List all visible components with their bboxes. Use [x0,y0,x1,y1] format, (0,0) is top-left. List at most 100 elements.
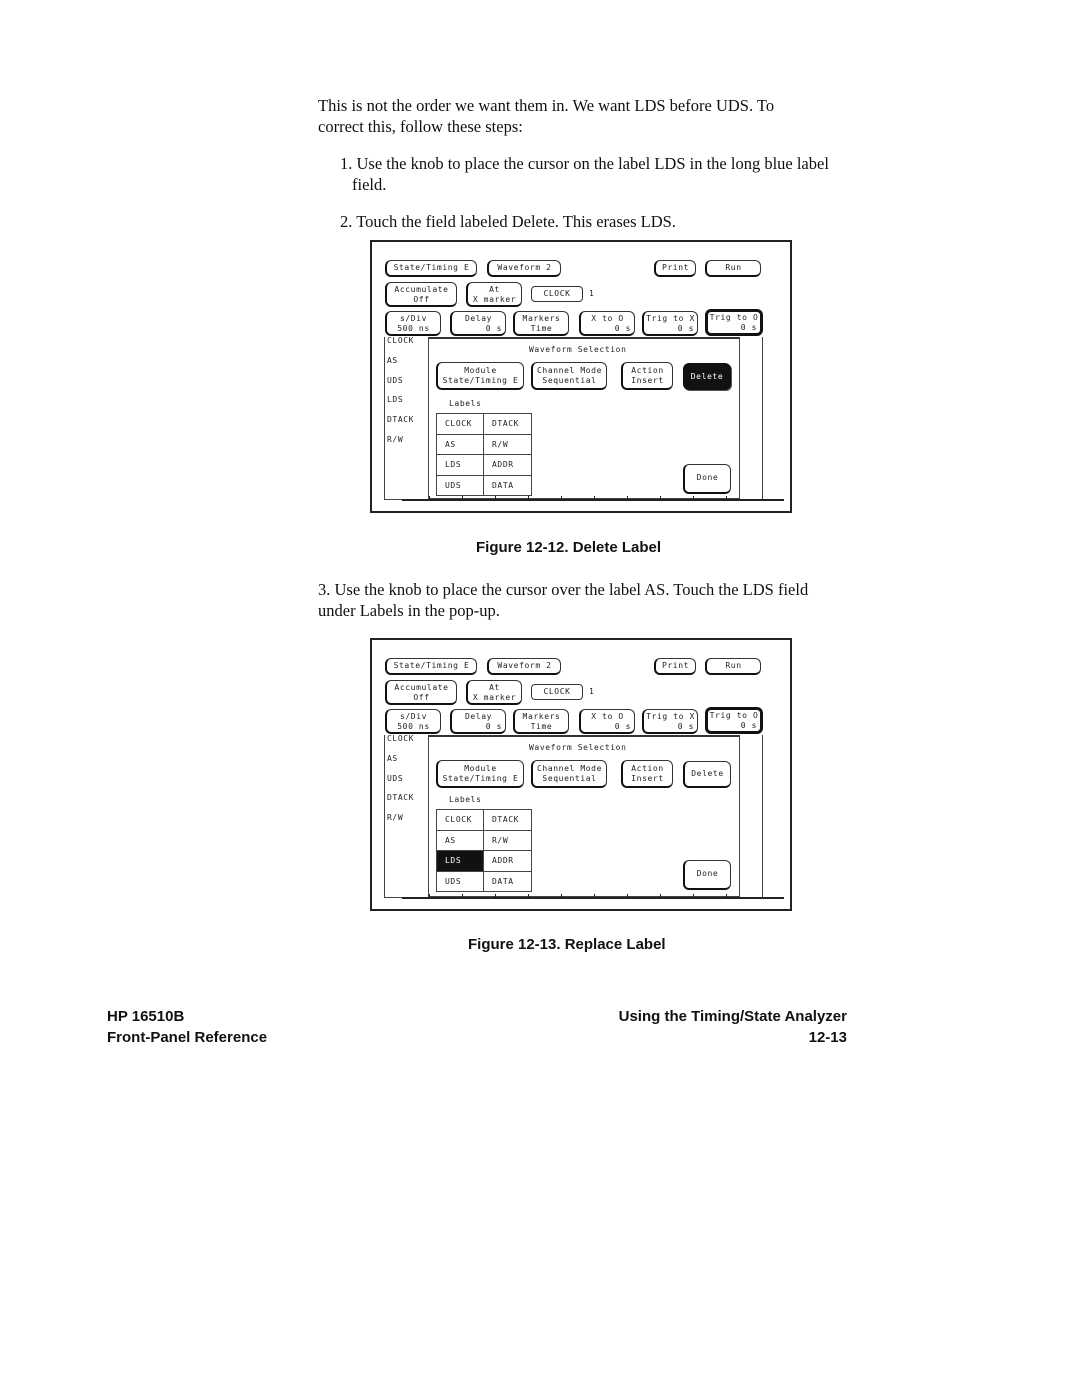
label-cell-lds[interactable]: LDS [437,455,485,475]
time-axis-tick [627,496,628,500]
sidebar-label[interactable]: AS [387,754,398,763]
time-axis-tick [429,496,430,500]
time-axis-tick [594,496,595,500]
labels-grid-row: AS R/W [437,830,531,851]
footer-page-number: 12-13 [808,1029,847,1046]
label-cell-lds[interactable]: LDS [437,851,485,871]
labels-grid: CLOCK DTACK AS R/W LDS ADDR UDS DATA [436,809,532,892]
labels-heading: Labels [449,795,482,804]
run-button[interactable]: Run [705,260,761,277]
waveform-selection-popup: Waveform Selection Module State/Timing E … [428,735,740,897]
menu-button[interactable]: Waveform 2 [487,260,561,277]
run-button[interactable]: Run [705,658,761,675]
trig-to-o-button[interactable]: Trig to O0 s [705,707,763,734]
waveform-right-column [740,337,763,499]
labels-grid-row: UDS DATA [437,475,531,496]
time-axis-tick [561,894,562,898]
label-cell-addr[interactable]: ADDR [484,851,531,871]
sidebar-label[interactable]: LDS [387,395,403,404]
label-cell-dtack[interactable]: DTACK [484,414,531,434]
popup-title: Waveform Selection [529,345,627,354]
accumulate-button[interactable]: Accumulate Off [385,282,457,307]
time-axis-tick [462,496,463,500]
label-cell-addr[interactable]: ADDR [484,455,531,475]
accumulate-button[interactable]: Accumulate Off [385,680,457,705]
footer-chapter: Using the Timing/State Analyzer [618,1008,847,1025]
time-axis-tick [495,894,496,898]
markers-button[interactable]: Markers Time [513,709,569,734]
time-axis-tick [693,894,694,898]
at-marker-button[interactable]: At X marker [466,282,522,307]
time-axis-tick [429,894,430,898]
print-button[interactable]: Print [654,658,696,675]
markers-button[interactable]: Markers Time [513,311,569,336]
at-marker-button[interactable]: At X marker [466,680,522,705]
sidebar-label[interactable]: UDS [387,376,403,385]
time-axis-tick [528,496,529,500]
label-cell-clock[interactable]: CLOCK [437,414,485,434]
trig-to-o-button[interactable]: Trig to O0 s [705,309,763,336]
waveform-right-column [740,735,763,897]
labels-grid-row: AS R/W [437,434,531,455]
delay-button[interactable]: Delay 0 s [450,311,506,336]
label-cell-dtack[interactable]: DTACK [484,810,531,830]
popup-module-button[interactable]: Module State/Timing E [436,362,524,390]
x-to-o-button[interactable]: X to O0 s [579,311,635,336]
footer-product: HP 16510B [107,1008,185,1025]
delay-button[interactable]: Delay 0 s [450,709,506,734]
delete-button[interactable]: Delete [683,363,731,390]
delete-button[interactable]: Delete [683,761,731,788]
sidebar-label[interactable]: R/W [387,813,403,822]
clock-label-field[interactable]: CLOCK [531,684,583,700]
label-cell-uds[interactable]: UDS [437,475,485,495]
label-cell-data[interactable]: DATA [484,872,531,892]
sidebar-label[interactable]: UDS [387,774,403,783]
popup-module-button[interactable]: Module State/Timing E [436,760,524,788]
time-axis-tick [660,496,661,500]
module-button[interactable]: State/Timing E [385,658,477,675]
label-sidebar[interactable]: CLOCK AS UDS DTACK R/W [384,734,429,898]
labels-grid-row: CLOCK DTACK [437,414,531,435]
sidebar-label[interactable]: AS [387,356,398,365]
label-cell-as[interactable]: AS [437,434,485,454]
clock-label-field[interactable]: CLOCK [531,286,583,302]
menu-button[interactable]: Waveform 2 [487,658,561,675]
labels-grid: CLOCK DTACK AS R/W LDS ADDR UDS DATA [436,413,532,496]
sidebar-label[interactable]: CLOCK [387,336,414,345]
trig-to-x-button[interactable]: Trig to X0 s [642,311,698,336]
figure-12-12-screen: State/Timing E Waveform 2 Print Run Accu… [370,240,792,513]
footer-manual: Front-Panel Reference [107,1029,268,1046]
clock-index: 1 [589,687,595,696]
done-button[interactable]: Done [683,860,731,890]
label-cell-as[interactable]: AS [437,830,485,850]
time-axis-tick [462,894,463,898]
module-button[interactable]: State/Timing E [385,260,477,277]
label-cell-clock[interactable]: CLOCK [437,810,485,830]
sidebar-label[interactable]: DTACK [387,415,414,424]
channel-mode-button[interactable]: Channel Mode Sequential [531,362,607,390]
x-to-o-button[interactable]: X to O0 s [579,709,635,734]
sidebar-label[interactable]: R/W [387,435,403,444]
footer-left: HP 16510B Front-Panel Reference [107,1006,267,1048]
label-sidebar[interactable]: CLOCK AS UDS LDS DTACK R/W [384,336,429,500]
time-axis-tick [726,894,727,898]
s-div-button[interactable]: s/Div 500 ns [385,311,441,336]
label-cell-rw[interactable]: R/W [484,831,531,851]
action-button[interactable]: Action Insert [621,760,673,788]
label-cell-rw[interactable]: R/W [484,435,531,455]
sidebar-label[interactable]: DTACK [387,793,414,802]
trig-to-x-button[interactable]: Trig to X0 s [642,709,698,734]
footer-right: Using the Timing/State Analyzer 12-13 [619,1006,847,1048]
done-button[interactable]: Done [683,464,731,494]
label-cell-uds[interactable]: UDS [437,871,485,891]
figure-12-12-caption: Figure 12-12. Delete Label [476,539,662,556]
label-cell-data[interactable]: DATA [484,476,531,496]
action-button[interactable]: Action Insert [621,362,673,390]
time-axis-tick [693,496,694,500]
time-axis-tick [528,894,529,898]
labels-grid-row: CLOCK DTACK [437,810,531,831]
sidebar-label[interactable]: CLOCK [387,734,414,743]
channel-mode-button[interactable]: Channel Mode Sequential [531,760,607,788]
s-div-button[interactable]: s/Div 500 ns [385,709,441,734]
print-button[interactable]: Print [654,260,696,277]
